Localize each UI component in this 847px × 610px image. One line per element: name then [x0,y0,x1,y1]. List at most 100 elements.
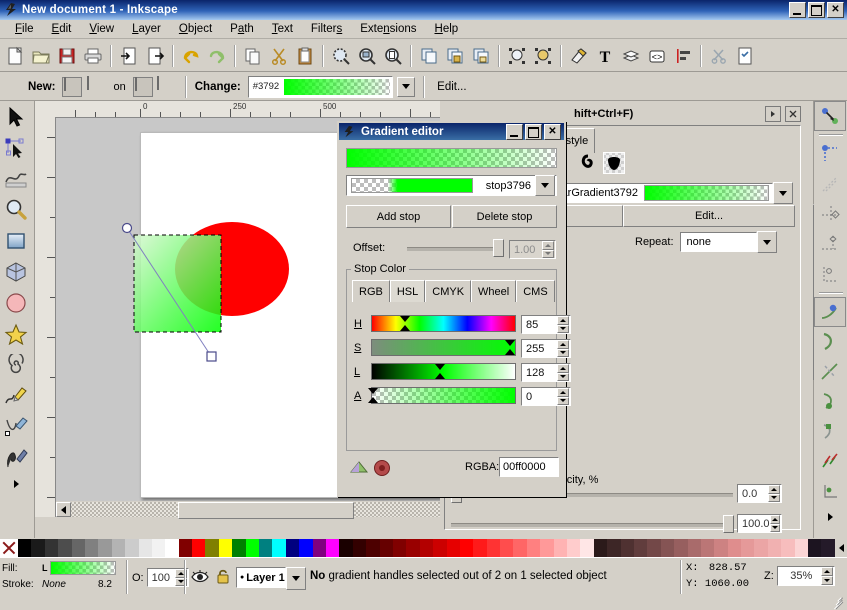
linear-gradient-button[interactable] [62,77,82,97]
opacity-decrement[interactable] [770,524,780,533]
palette-swatch[interactable] [674,539,687,557]
offset-value-field[interactable]: 1.00 [509,240,556,259]
palette-swatch[interactable] [366,539,379,557]
palette-swatch[interactable] [219,539,232,557]
print-document-icon[interactable] [80,43,106,69]
toolbox-overflow-button[interactable] [0,473,32,495]
menu-layer[interactable]: Layer [123,21,170,37]
layers-icon[interactable] [618,43,644,69]
minimize-button[interactable] [506,124,523,140]
snap-bbox-edge-midpoints-toggle[interactable] [814,229,846,259]
palette-swatch[interactable] [513,539,526,557]
menu-text[interactable]: Text [263,21,302,37]
lightness-value-field[interactable]: 128 [521,363,571,382]
layer-selector[interactable]: ● Layer 1 [236,567,286,588]
palette-swatch[interactable] [286,539,299,557]
palette-swatch[interactable] [152,539,165,557]
layer-lock-toggle[interactable] [215,568,233,587]
alpha-decrement[interactable] [557,397,569,406]
calligraphy-tool[interactable] [0,442,32,473]
save-document-icon[interactable] [54,43,80,69]
saturation-slider[interactable] [371,339,516,356]
gradient-on-fill-button[interactable] [133,77,153,97]
gradient-stop-dropdown[interactable] [535,175,555,196]
palette-swatch[interactable] [353,539,366,557]
layer-dropdown[interactable] [286,567,306,590]
horizontal-scroll-thumb[interactable] [178,502,354,519]
snap-nodes-paths-toggle[interactable] [814,297,846,327]
palette-swatch[interactable] [540,539,553,557]
palette-swatch[interactable] [567,539,580,557]
menu-help[interactable]: Help [426,21,468,37]
fill-stroke-icon[interactable] [566,43,592,69]
repeat-combo[interactable]: none [680,232,757,252]
hue-slider[interactable] [371,315,516,332]
xml-editor-icon[interactable]: <> [644,43,670,69]
tab-hsl[interactable]: HSL [390,280,425,302]
palette-swatch[interactable] [125,539,138,557]
palette-swatch[interactable] [808,539,821,557]
radial-gradient-button[interactable] [86,77,106,97]
gradient-select-combo[interactable]: #3792 [248,76,393,98]
snapbar-overflow-button[interactable] [814,507,846,527]
fill-rule-evenodd-button[interactable] [603,152,625,174]
gradient-stop-combo[interactable]: stop3796 [346,175,557,196]
palette-swatch[interactable] [688,539,701,557]
document-properties-icon[interactable] [732,43,758,69]
palette-swatch[interactable] [781,539,794,557]
gradient-combo-dropdown[interactable] [397,77,415,97]
zoom-page-icon[interactable] [380,43,406,69]
saturation-decrement[interactable] [557,349,569,358]
palette-swatch[interactable] [406,539,419,557]
paste-icon[interactable] [292,43,318,69]
offset-increment[interactable] [542,241,554,250]
spiral-tool[interactable] [0,349,32,380]
cut-icon[interactable] [266,43,292,69]
blur-decrement[interactable] [768,494,780,503]
palette-swatch[interactable] [246,539,259,557]
palette-swatch[interactable] [714,539,727,557]
pencil-tool[interactable] [0,380,32,411]
offset-slider[interactable] [407,240,502,256]
palette-swatch[interactable] [594,539,607,557]
palette-swatch[interactable] [661,539,674,557]
fill-swatch[interactable] [50,561,116,575]
palette-swatch[interactable] [58,539,71,557]
hue-increment[interactable] [557,316,569,325]
palette-swatch[interactable] [607,539,620,557]
edit-gradient-button[interactable]: Edit... [433,81,470,93]
palette-swatch[interactable] [326,539,339,557]
alpha-slider[interactable] [371,387,516,404]
lightness-decrement[interactable] [557,373,569,382]
lightness-increment[interactable] [557,364,569,373]
zoom-decrement[interactable] [821,576,833,585]
palette-swatch[interactable] [139,539,152,557]
palette-swatch[interactable] [433,539,446,557]
open-document-icon[interactable] [28,43,54,69]
snap-bbox-edges-toggle[interactable] [814,169,846,199]
gradient-on-stroke-button[interactable] [157,77,177,97]
tab-rgb[interactable]: RGB [352,280,390,302]
pick-alpha-icon[interactable] [372,459,392,480]
ellipse-tool[interactable] [0,287,32,318]
saturation-increment[interactable] [557,340,569,349]
palette-swatch[interactable] [272,539,285,557]
blur-increment[interactable] [768,485,780,494]
transform-icon[interactable] [530,43,556,69]
group-icon[interactable] [442,43,468,69]
lightness-slider[interactable] [371,363,516,380]
zoom-field[interactable]: 35% [777,566,835,586]
selector-tool[interactable] [0,101,32,132]
none-color-swatch[interactable] [0,539,18,557]
copy-icon[interactable] [240,43,266,69]
palette-swatch[interactable] [313,539,326,557]
dock-close-button[interactable] [785,106,801,122]
bezier-tool[interactable] [0,411,32,442]
unset-paint-button[interactable] [577,152,599,174]
menu-file[interactable]: File [6,21,43,37]
palette-swatch[interactable] [205,539,218,557]
palette-swatch[interactable] [98,539,111,557]
scroll-left-button[interactable] [56,502,71,517]
palette-swatch[interactable] [447,539,460,557]
snap-cusp-nodes-toggle[interactable] [814,387,846,417]
